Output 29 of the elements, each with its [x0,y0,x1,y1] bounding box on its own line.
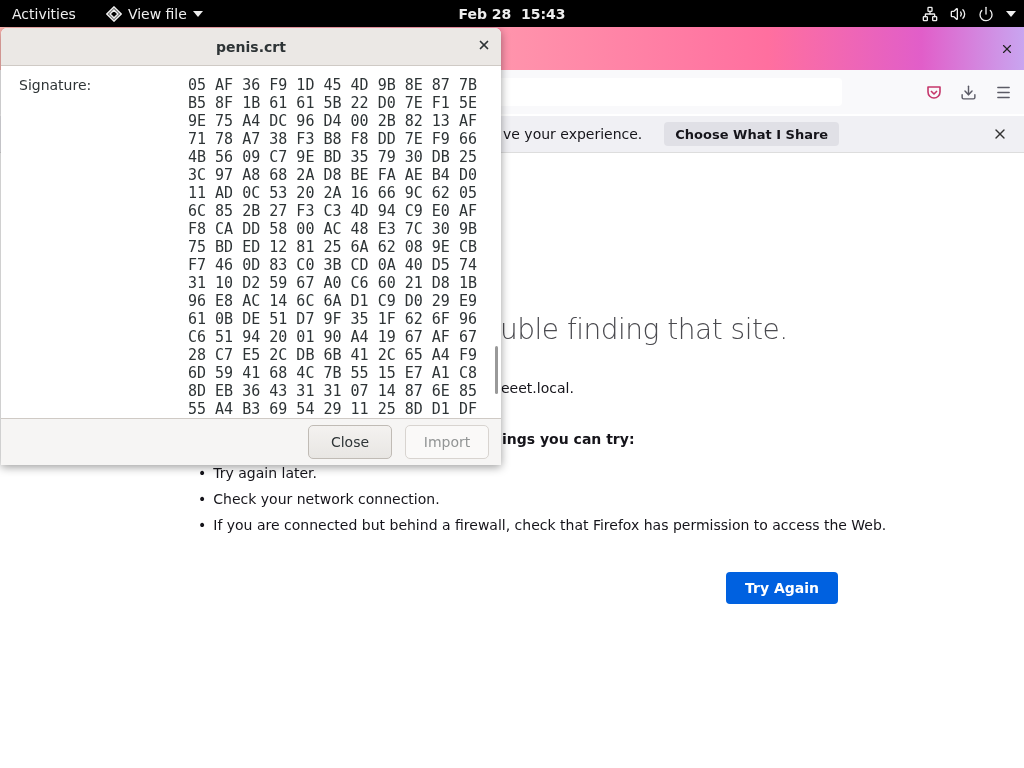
notification-text: ve your experience. [503,126,643,142]
network-icon[interactable] [922,5,938,22]
volume-icon[interactable] [950,5,966,22]
field-label: Signature: [18,76,92,95]
activities-button[interactable]: Activities [12,5,76,22]
diamond-icon [105,5,122,22]
suggestions-heading: ings you can try: [502,431,635,447]
suggestion-item: Try again later. [213,464,317,482]
bullet: • [198,516,207,534]
app-menu[interactable]: View file [105,5,203,22]
bullet: • [198,490,207,508]
field-value: 05 AF 36 F9 1D 45 4D 9B 8E 87 7B B5 8F 1B 61 61 5B 22 D0 7E F1 5E 9E 75 A4 DC 96 D4 00 2B 82 13 AF 71 78 A7 38 F3 B8 F8 DD 7E F9 66 4B 56 09 C7 9E BD 35 79 30 DB 25 3C 97 A8 68 2A D8 BE FA AE B4 D0 11 AD 0C 53 20 2A 16 66 9C 62 05 6C 85 2B 27 F3 C3 4D 94 C9 E0 AF F8 CA DD 58 00 AC 48 E3 7C 30 9B 75 BD ED 12 81 25 6A 62 08 9E CB F7 46 0D 83 C0 3B CD 0A 40 D5 74 31 10 D2 59 67 A0 C6 60 21 D8 1B 96 E8 AC 14 6C 6A D1 C9 D0 29 E9 61 0B DE 51 D7 9F 35 1F 62 6F 96 C6 51 94 20 01 90 A4 19 67 AF 67 28 C7 E5 2C DB 6B 41 2C 65 A4 F9 6D 59 41 68 4C 7B 55 15 E7 A1 C8 8D EB 36 43 31 31 07 14 87 6E 85 55 A4 B3 69 54 29 11 25 8D D1 DF [188,76,477,418]
bullet: • [198,464,207,482]
choose-share-button[interactable]: Choose What I Share [664,122,840,146]
error-text: eeet.local. [501,380,574,396]
dialog-title: penis.crt [216,38,286,55]
caret-icon [192,10,203,17]
suggestion-item: Check your network connection. [213,490,440,508]
error-title: uble finding that site. [500,313,788,346]
close-button[interactable] [477,38,491,52]
suggestion-item: If you are connected but behind a firewall, check that Firefox has permission to access the Web. [213,516,887,534]
pocket-icon[interactable] [926,84,942,100]
try-again-button[interactable]: Try Again [726,572,838,604]
close-button[interactable]: Close [308,425,392,459]
caret-icon[interactable] [1006,10,1016,17]
power-icon[interactable] [978,5,994,22]
scrollbar[interactable] [495,346,498,394]
download-icon[interactable] [960,83,977,101]
clock[interactable]: Feb 28 15:43 [458,5,566,22]
